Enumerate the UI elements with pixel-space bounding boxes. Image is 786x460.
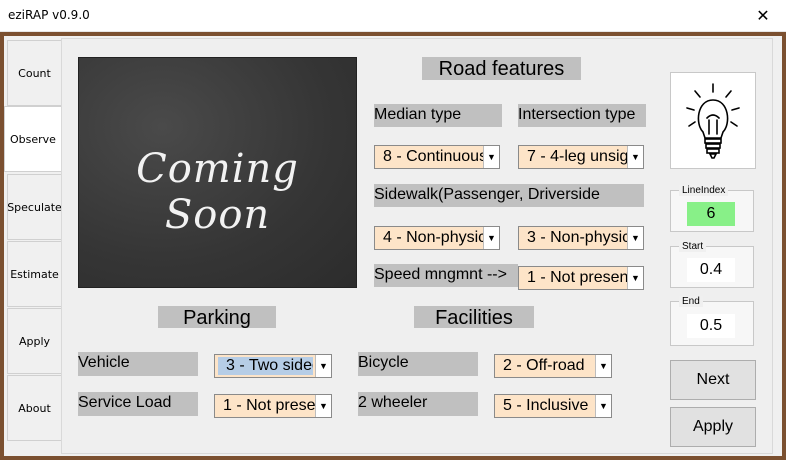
start-group: Start 0.4 [670,241,754,288]
sidewalk-driver-dropdown[interactable]: 3 - Non-physical ▼ [518,226,644,250]
sidewalk-passenger-value: 4 - Non-physical [383,229,483,246]
start-value: 0.4 [687,258,735,282]
chevron-down-icon[interactable]: ▼ [483,146,499,168]
lineindex-group: LineIndex 6 [670,185,754,232]
chevron-down-icon[interactable]: ▼ [595,395,611,417]
bicycle-dropdown[interactable]: 2 - Off-road ▼ [494,354,612,378]
tab-about[interactable]: About [7,375,61,441]
chevron-down-icon[interactable]: ▼ [315,355,331,377]
apply-button[interactable]: Apply [670,407,756,447]
two-wheeler-value: 5 - Inclusive [503,397,589,414]
end-value: 0.5 [687,314,735,338]
service-load-value: 1 - Not present [223,397,315,414]
vehicle-parking-value: 3 - Two sided [218,357,313,375]
lightbulb-icon [686,82,740,159]
chevron-down-icon[interactable]: ▼ [627,267,643,289]
chevron-down-icon[interactable]: ▼ [627,227,643,249]
window-title: eziRAP v0.9.0 [8,8,90,22]
end-label: End [679,296,703,307]
two-wheeler-dropdown[interactable]: 5 - Inclusive ▼ [494,394,612,418]
sidewalk-label: Sidewalk(Passenger, Driverside [374,184,644,207]
chevron-down-icon[interactable]: ▼ [595,355,611,377]
service-load-dropdown[interactable]: 1 - Not present ▼ [214,394,332,418]
start-label: Start [679,241,707,252]
median-type-dropdown[interactable]: 8 - Continuous ▼ [374,145,500,169]
coming-soon-text: Coming Soon [136,146,299,238]
lineindex-label: LineIndex [679,185,729,196]
chevron-down-icon[interactable]: ▼ [315,395,331,417]
sidewalk-driver-value: 3 - Non-physical [527,229,627,246]
service-load-label: Service Load [78,392,198,416]
intersection-type-dropdown[interactable]: 7 - 4-leg unsignalised ▼ [518,145,644,169]
bicycle-label: Bicycle [358,352,478,376]
sidewalk-passenger-dropdown[interactable]: 4 - Non-physical ▼ [374,226,500,250]
parking-heading: Parking [158,306,276,328]
intersection-type-label: Intersection type [518,104,646,127]
speed-management-dropdown[interactable]: 1 - Not present ▼ [518,266,644,290]
coming-soon-image: Coming Soon [78,57,357,288]
vehicle-parking-dropdown[interactable]: 3 - Two sided ▼ [214,354,332,378]
tab-estimate[interactable]: Estimate [7,241,61,307]
tab-count[interactable]: Count [7,40,61,106]
intersection-type-value: 7 - 4-leg unsignalised [527,148,627,165]
next-button[interactable]: Next [670,360,756,400]
tab-observe[interactable]: Observe [4,106,61,172]
tab-apply[interactable]: Apply [7,308,61,374]
speed-management-value: 1 - Not present [527,269,627,286]
road-features-heading: Road features [422,57,581,80]
lineindex-value: 6 [687,202,735,226]
chevron-down-icon[interactable]: ▼ [627,146,643,168]
bicycle-value: 2 - Off-road [503,357,585,374]
logo-box [670,72,756,169]
facilities-heading: Facilities [414,306,534,328]
median-type-value: 8 - Continuous [383,148,483,165]
chevron-down-icon[interactable]: ▼ [483,227,499,249]
two-wheeler-label: 2 wheeler [358,392,478,416]
median-type-label: Median type [374,104,502,127]
end-group: End 0.5 [670,296,754,346]
tab-speculate[interactable]: Speculate [7,174,62,240]
speed-management-label: Speed mngmnt --> [374,264,518,287]
vehicle-label: Vehicle [78,352,198,376]
close-icon[interactable]: ✕ [740,0,786,31]
title-bar: eziRAP v0.9.0 ✕ [0,0,786,32]
